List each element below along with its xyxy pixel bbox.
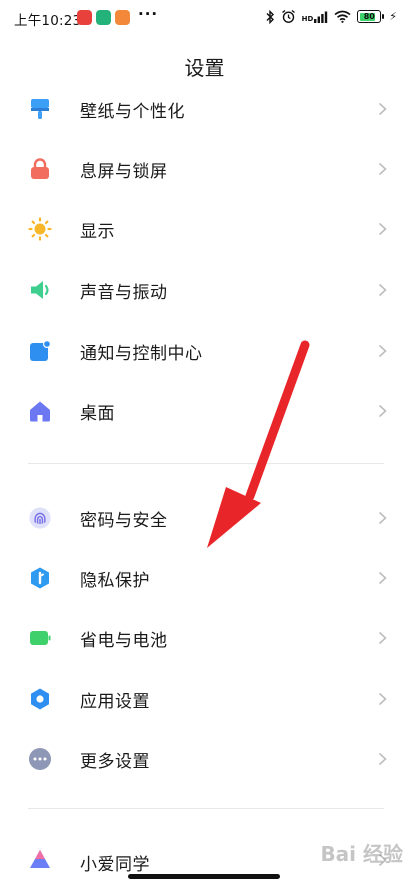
battery-indicator: 80 <box>357 10 385 23</box>
chevron-right-icon <box>375 222 389 236</box>
privacy-shield-icon <box>28 566 52 590</box>
chevron-right-icon <box>375 752 389 766</box>
notification-app-icon-red <box>77 10 92 25</box>
watermark: Bai 经验 <box>320 842 403 866</box>
settings-item-battery[interactable]: 省电与电池 <box>0 609 409 667</box>
settings-item-label: 桌面 <box>80 403 115 424</box>
chevron-right-icon <box>375 404 389 418</box>
settings-item-label: 壁纸与个性化 <box>80 101 185 122</box>
settings-item-sound[interactable]: 声音与振动 <box>0 261 409 319</box>
wallpaper-icon <box>28 97 52 121</box>
chevron-right-icon <box>375 631 389 645</box>
section-divider <box>28 463 384 464</box>
status-time: 上午10:23 <box>14 13 82 29</box>
notification-app-icon-orange <box>115 10 130 25</box>
gear-icon <box>28 687 52 711</box>
bluetooth-icon <box>266 9 274 24</box>
settings-item-display[interactable]: 显示 <box>0 200 409 258</box>
chevron-right-icon <box>375 162 389 176</box>
notification-icon <box>28 339 52 363</box>
settings-item-home-screen[interactable]: 桌面 <box>0 382 409 440</box>
more-notifications-icon: ··· <box>138 5 159 23</box>
chevron-right-icon <box>375 692 389 706</box>
settings-item-label: 隐私保护 <box>80 570 150 591</box>
xiaoai-icon <box>28 847 52 871</box>
notification-app-icon-green <box>96 10 111 25</box>
lock-icon <box>28 157 52 181</box>
speaker-icon <box>28 278 52 302</box>
alarm-icon <box>281 9 295 23</box>
settings-item-label: 息屏与锁屏 <box>80 161 168 182</box>
settings-item-label: 密码与安全 <box>80 510 168 531</box>
settings-item-label: 小爱同学 <box>80 855 150 875</box>
fingerprint-icon <box>28 506 52 530</box>
settings-item-label: 通知与控制中心 <box>80 343 203 364</box>
settings-item-lock-screen[interactable]: 息屏与锁屏 <box>0 140 409 198</box>
settings-item-label: 更多设置 <box>80 751 150 772</box>
hd-label: HD <box>301 14 314 23</box>
section-divider <box>28 808 384 809</box>
chevron-right-icon <box>375 344 389 358</box>
settings-item-label: 应用设置 <box>80 691 150 712</box>
home-icon <box>28 399 52 423</box>
page-title: 设置 <box>184 56 225 80</box>
settings-item-label: 省电与电池 <box>80 630 168 651</box>
settings-item-label: 声音与振动 <box>80 282 168 303</box>
more-icon <box>28 747 52 771</box>
wifi-icon <box>334 10 351 23</box>
chevron-right-icon <box>375 102 389 116</box>
chevron-right-icon <box>375 511 389 525</box>
settings-item-password-security[interactable]: 密码与安全 <box>0 489 409 547</box>
sun-icon <box>28 217 52 241</box>
settings-item-wallpaper[interactable]: 壁纸与个性化 <box>0 80 409 138</box>
status-bar: 上午10:23 ··· HD 80 ⚡ <box>0 0 409 36</box>
cellular-signal-icon: HD <box>302 11 329 23</box>
battery-icon <box>28 626 52 650</box>
chevron-right-icon <box>375 283 389 297</box>
charging-icon: ⚡ <box>389 10 397 23</box>
status-icons: HD 80 ⚡ <box>265 9 397 24</box>
chevron-right-icon <box>375 571 389 585</box>
settings-item-label: 显示 <box>80 221 115 242</box>
home-indicator[interactable] <box>128 874 280 879</box>
settings-item-privacy[interactable]: 隐私保护 <box>0 549 409 607</box>
battery-level: 80 <box>363 12 375 21</box>
settings-item-more[interactable]: 更多设置 <box>0 730 409 788</box>
settings-item-apps[interactable]: 应用设置 <box>0 670 409 728</box>
settings-item-notifications[interactable]: 通知与控制中心 <box>0 322 409 380</box>
